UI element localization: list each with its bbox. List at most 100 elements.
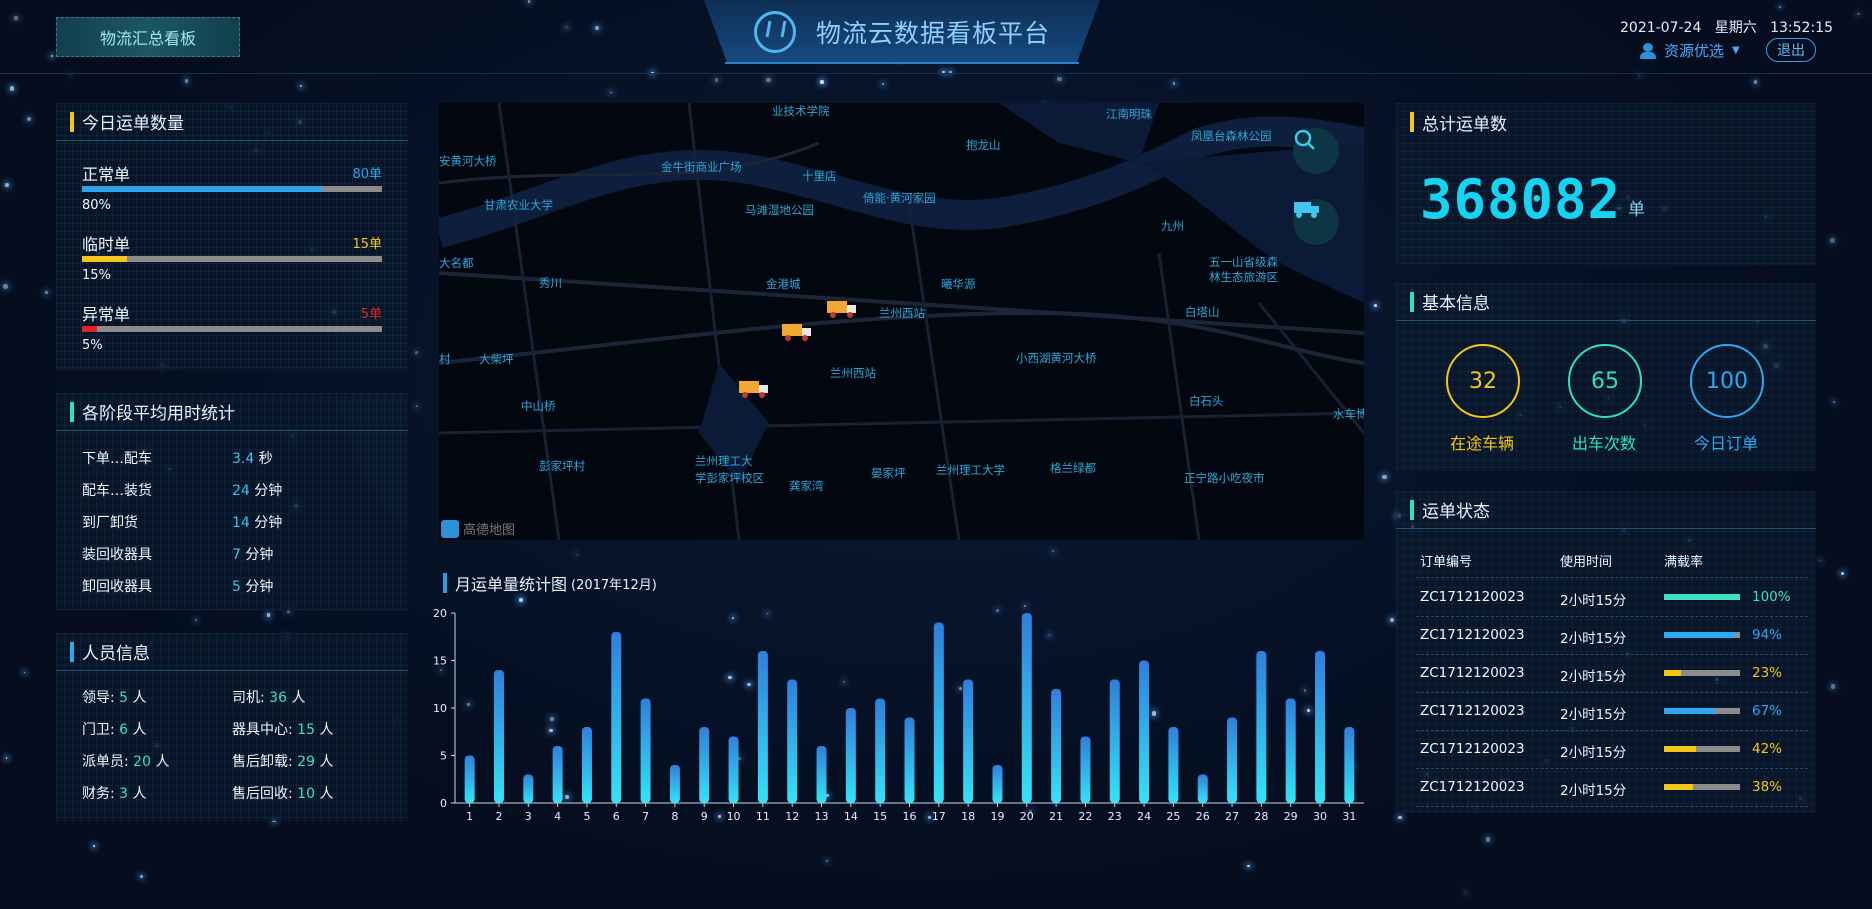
stage-unit: 分钟 [245, 579, 274, 595]
panel-title: 今日运单数量 [56, 103, 408, 141]
staff-unit: 人 [155, 754, 170, 770]
table-row[interactable]: ZC1712120023 2小时15分 38% [1416, 768, 1808, 807]
star [527, 0, 531, 3]
x-tick-label: 14 [844, 810, 858, 823]
load-rate-track [1664, 632, 1740, 638]
x-tick-label: 17 [932, 810, 946, 823]
map-place-label: 格兰绿都 [1050, 461, 1096, 475]
panel-title-text: 总计运单数 [1422, 114, 1507, 135]
stat-label: 在途车辆 [1449, 434, 1514, 453]
x-tick-label: 1 [466, 810, 473, 823]
stage-value: 5 分钟 [232, 576, 273, 596]
chart-bar [1168, 727, 1179, 803]
map-place-label: 曦华源 [941, 277, 976, 291]
star [140, 875, 144, 879]
use-time-cell: 2小时15分 [1560, 707, 1627, 723]
x-tick-label: 19 [990, 810, 1004, 823]
order-id-cell: ZC1712120023 [1420, 779, 1525, 795]
load-rate-fill [1664, 594, 1740, 600]
truck-marker-icon[interactable] [739, 379, 769, 399]
chart-bar [640, 698, 651, 803]
staff-item: 领导: 5 人 [82, 687, 147, 707]
order-type-percent: 80% [82, 198, 111, 213]
title-accent [1410, 112, 1414, 132]
x-tick-label: 10 [727, 810, 741, 823]
map-place-label: 江南明珠 [1106, 107, 1152, 121]
staff-count: 6 [119, 722, 129, 738]
star [881, 83, 884, 86]
table-row[interactable]: ZC1712120023 2小时15分 67% [1416, 692, 1808, 731]
truck-marker-icon[interactable] [827, 299, 857, 319]
table-row[interactable]: ZC1712120023 2小时15分 94% [1416, 616, 1808, 655]
panel-title: 运单状态 [1396, 491, 1816, 529]
table-row[interactable]: ZC1712120023 2小时15分 42% [1416, 730, 1808, 769]
load-rate-cell: 42% [1752, 741, 1783, 757]
staff-item: 派单员: 20 人 [82, 751, 169, 771]
load-rate-cell: 100% [1752, 589, 1791, 605]
load-rate-cell: 67% [1752, 703, 1783, 719]
x-tick-label: 23 [1108, 810, 1122, 823]
map-place-label: 中山桥 [521, 399, 556, 413]
column-header-order-id: 订单编号 [1420, 555, 1473, 570]
x-tick-label: 6 [613, 810, 620, 823]
summary-dashboard-button[interactable]: 物流汇总看板 [56, 17, 240, 57]
truck-marker-icon[interactable] [782, 322, 812, 342]
star [1464, 892, 1466, 894]
staff-role: 售后回收: [232, 786, 293, 802]
staff-count: 10 [297, 786, 315, 802]
star [27, 116, 31, 121]
panel-title: 基本信息 [1396, 283, 1816, 321]
x-tick-label: 9 [701, 810, 708, 823]
x-tick-label: 27 [1225, 810, 1239, 823]
order-type-count: 15单 [352, 237, 382, 252]
chart-bar [1080, 736, 1091, 803]
user-icon [1640, 42, 1656, 59]
stage-label: 卸回收器具 [82, 579, 152, 595]
table-row[interactable]: ZC1712120023 2小时15分 23% [1416, 654, 1808, 693]
map-place-label: 秀川 [539, 276, 562, 290]
chart-bar [552, 746, 563, 803]
load-rate-track [1664, 708, 1740, 714]
staff-count: 3 [119, 786, 129, 802]
panel-title-text: 人员信息 [82, 644, 150, 664]
star [1398, 815, 1402, 819]
load-rate-track [1664, 746, 1740, 752]
logout-button[interactable]: 退出 [1766, 38, 1816, 62]
panel-title-text: 基本信息 [1422, 294, 1490, 314]
datetime: 2021-07-24 星期六 13:52:15 [1620, 17, 1833, 37]
map-place-label: 甘肃农业大学 [484, 198, 553, 212]
map-truck-button[interactable] [1293, 199, 1339, 245]
star [1778, 6, 1782, 9]
chart-bar [816, 746, 827, 803]
map-search-button[interactable] [1293, 128, 1339, 174]
order-progress-fill [82, 326, 97, 332]
order-progress-track [82, 256, 382, 262]
x-tick-label: 30 [1313, 810, 1327, 823]
table-row[interactable]: ZC1712120023 2小时15分 100% [1416, 578, 1808, 617]
order-progress-fill [82, 256, 127, 262]
star [1247, 864, 1250, 868]
title-accent [70, 111, 74, 132]
x-tick-label: 16 [903, 810, 917, 823]
order-type-label: 正常单 [82, 165, 131, 184]
title-underline [725, 62, 1079, 64]
x-tick-label: 11 [756, 810, 770, 823]
load-rate-track [1664, 594, 1740, 600]
map-place-label: 兰州理工大学 [936, 463, 1005, 477]
map-view[interactable]: 业技术学院 江南明珠 抱龙山 凤凰台森林公园 安黄河大桥 金牛街商业广场 十里店 甘肃农业大学… [439, 103, 1364, 540]
map-place-label: 彭家坪村 [539, 459, 585, 473]
order-type-count: 80单 [352, 167, 382, 182]
order-id-cell: ZC1712120023 [1420, 665, 1525, 681]
staff-item: 售后回收: 10 人 [232, 783, 333, 803]
map-place-label: 正宁路小吃夜市 [1184, 471, 1265, 485]
order-type-label: 临时单 [82, 235, 131, 254]
chart-bar [1051, 689, 1062, 803]
stage-label: 到厂卸货 [82, 515, 138, 531]
staff-count: 29 [297, 754, 315, 770]
star [266, 613, 271, 617]
chart-bar [1256, 651, 1267, 803]
load-rate-track [1664, 784, 1740, 790]
weekday-text: 星期六 [1714, 20, 1757, 36]
x-tick-label: 15 [873, 810, 887, 823]
user-menu[interactable]: 资源优选 ▼ [1640, 40, 1740, 61]
